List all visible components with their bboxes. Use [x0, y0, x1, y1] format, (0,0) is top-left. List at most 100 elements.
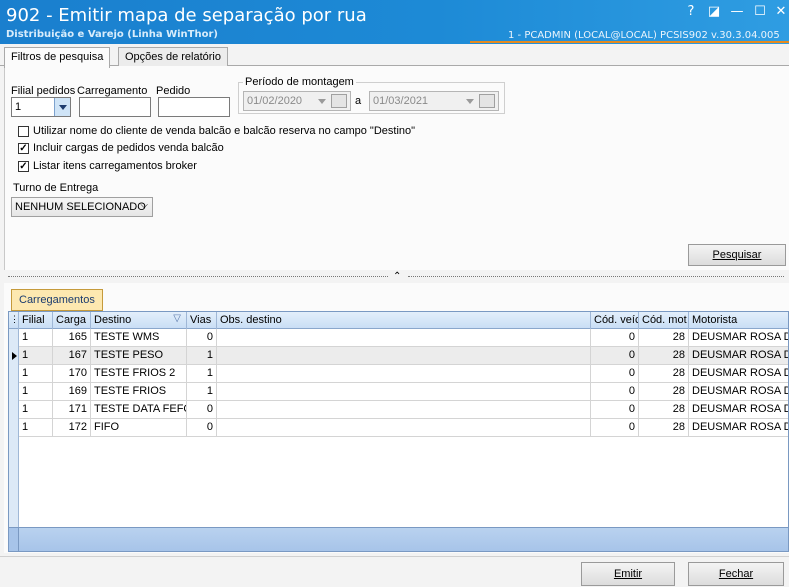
col-carga[interactable]: Carga	[53, 312, 91, 329]
emitir-button[interactable]: Emitir	[581, 562, 675, 586]
help-icon[interactable]: ?	[682, 3, 700, 21]
cell-carga[interactable]: 172	[53, 419, 91, 437]
pedido-input[interactable]	[158, 97, 230, 117]
cell-vias[interactable]: 1	[187, 347, 217, 365]
cell-vias[interactable]: 0	[187, 401, 217, 419]
cell-carga[interactable]: 165	[53, 329, 91, 347]
col-motorista[interactable]: Motorista	[689, 312, 788, 329]
restore-layout-icon[interactable]: ◪	[705, 3, 723, 21]
filter-icon[interactable]: ▽	[173, 313, 181, 324]
cell-motorista[interactable]: DEUSMAR ROSA DI	[689, 401, 788, 419]
table-row[interactable]: 1 165 TESTE WMS 0 0 28 DEUSMAR ROSA DI	[9, 329, 788, 347]
cell-filial[interactable]: 1	[19, 329, 53, 347]
cell-vias[interactable]: 1	[187, 383, 217, 401]
cell-motorista[interactable]: DEUSMAR ROSA DI	[689, 329, 788, 347]
cell-veic[interactable]: 0	[591, 419, 639, 437]
cell-filial[interactable]: 1	[19, 401, 53, 419]
checkbox-broker[interactable]: ✓	[18, 161, 29, 172]
cell-obs[interactable]	[217, 383, 591, 401]
filial-select[interactable]: 1	[11, 97, 71, 117]
cell-destino[interactable]: TESTE PESO	[91, 347, 187, 365]
cell-mot[interactable]: 28	[639, 347, 689, 365]
pesquisar-button[interactable]: Pesquisar	[688, 244, 786, 266]
table-row[interactable]: 1 167 TESTE PESO 1 0 28 DEUSMAR ROSA DI	[9, 347, 788, 365]
turno-value: NENHUM SELECIONADO	[15, 201, 146, 213]
cell-vias[interactable]: 1	[187, 365, 217, 383]
row-indicator[interactable]	[9, 383, 19, 401]
splitter[interactable]: ⌃	[4, 271, 789, 283]
cell-obs[interactable]	[217, 419, 591, 437]
carregamento-input[interactable]	[79, 97, 151, 117]
cell-vias[interactable]: 0	[187, 419, 217, 437]
calendar-icon[interactable]	[479, 94, 495, 108]
tab-carregamentos[interactable]: Carregamentos	[11, 289, 103, 311]
table-row[interactable]: 1 169 TESTE FRIOS 1 0 28 DEUSMAR ROSA DI	[9, 383, 788, 401]
col-filial[interactable]: Filial	[19, 312, 53, 329]
table-row[interactable]: 1 170 TESTE FRIOS 2 1 0 28 DEUSMAR ROSA DI	[9, 365, 788, 383]
cell-motorista[interactable]: DEUSMAR ROSA DI	[689, 419, 788, 437]
checkbox-venda-balcao[interactable]: ✓	[18, 143, 29, 154]
cell-carga[interactable]: 170	[53, 365, 91, 383]
cell-obs[interactable]	[217, 329, 591, 347]
checkbox-nome-cliente[interactable]	[18, 126, 29, 137]
splitter-grip-right	[408, 276, 784, 278]
cell-veic[interactable]: 0	[591, 383, 639, 401]
filial-dropdown-button[interactable]	[54, 98, 70, 116]
cell-filial[interactable]: 1	[19, 365, 53, 383]
cell-obs[interactable]	[217, 347, 591, 365]
date-to-field[interactable]: 01/03/2021	[369, 91, 499, 111]
cell-mot[interactable]: 28	[639, 401, 689, 419]
table-row[interactable]: 1 171 TESTE DATA FEFO 0 0 28 DEUSMAR ROSA DI	[9, 401, 788, 419]
cell-obs[interactable]	[217, 365, 591, 383]
cell-destino[interactable]: TESTE WMS	[91, 329, 187, 347]
cell-mot[interactable]: 28	[639, 419, 689, 437]
column-chooser-icon[interactable]: ⋮	[9, 312, 19, 329]
cell-filial[interactable]: 1	[19, 383, 53, 401]
tab-filtros-pesquisa[interactable]: Filtros de pesquisa	[4, 47, 111, 68]
cell-mot[interactable]: 28	[639, 383, 689, 401]
chevron-up-icon[interactable]: ⌃	[393, 271, 401, 282]
cell-mot[interactable]: 28	[639, 365, 689, 383]
minimize-icon[interactable]: —	[728, 3, 746, 21]
maximize-icon[interactable]: ☐	[751, 3, 769, 21]
cell-destino[interactable]: TESTE FRIOS 2	[91, 365, 187, 383]
row-indicator[interactable]	[9, 329, 19, 347]
col-cod-veiculo[interactable]: Cód. veíc	[591, 312, 639, 329]
col-destino[interactable]: Destino ▽	[91, 312, 187, 329]
cell-vias[interactable]: 0	[187, 329, 217, 347]
cell-destino[interactable]: TESTE FRIOS	[91, 383, 187, 401]
carregamentos-grid[interactable]: ⋮ Filial Carga Destino ▽ Vias Obs. destin…	[8, 311, 789, 552]
row-indicator[interactable]	[9, 365, 19, 383]
cell-motorista[interactable]: DEUSMAR ROSA DI	[689, 365, 788, 383]
grid-area: Carregamentos ⋮ Filial Carga Destino ▽ Vi…	[4, 283, 789, 553]
cell-destino[interactable]: TESTE DATA FEFO	[91, 401, 187, 419]
cell-motorista[interactable]: DEUSMAR ROSA DI	[689, 347, 788, 365]
table-row[interactable]: 1 172 FIFO 0 0 28 DEUSMAR ROSA DI	[9, 419, 788, 437]
cell-veic[interactable]: 0	[591, 329, 639, 347]
date-from-field[interactable]: 01/02/2020	[243, 91, 351, 111]
col-cod-motorista[interactable]: Cód. mot	[639, 312, 689, 329]
turno-select[interactable]: NENHUM SELECIONADO ⌵	[11, 197, 153, 217]
cell-motorista[interactable]: DEUSMAR ROSA DI	[689, 383, 788, 401]
cell-filial[interactable]: 1	[19, 347, 53, 365]
calendar-icon[interactable]	[331, 94, 347, 108]
row-indicator[interactable]	[9, 401, 19, 419]
tab-opcoes-relatorio[interactable]: Opções de relatório	[118, 47, 228, 67]
cell-carga[interactable]: 169	[53, 383, 91, 401]
cell-mot[interactable]: 28	[639, 329, 689, 347]
chevron-down-icon	[59, 105, 67, 110]
fechar-button[interactable]: Fechar	[688, 562, 784, 586]
cell-carga[interactable]: 167	[53, 347, 91, 365]
col-vias[interactable]: Vias	[187, 312, 217, 329]
cell-destino[interactable]: FIFO	[91, 419, 187, 437]
cell-filial[interactable]: 1	[19, 419, 53, 437]
row-indicator[interactable]	[9, 419, 19, 437]
cell-veic[interactable]: 0	[591, 365, 639, 383]
cell-veic[interactable]: 0	[591, 401, 639, 419]
cell-obs[interactable]	[217, 401, 591, 419]
cell-veic[interactable]: 0	[591, 347, 639, 365]
row-indicator[interactable]	[9, 347, 19, 365]
cell-carga[interactable]: 171	[53, 401, 91, 419]
col-obs-destino[interactable]: Obs. destino	[217, 312, 591, 329]
close-icon[interactable]: ✕	[772, 3, 789, 21]
